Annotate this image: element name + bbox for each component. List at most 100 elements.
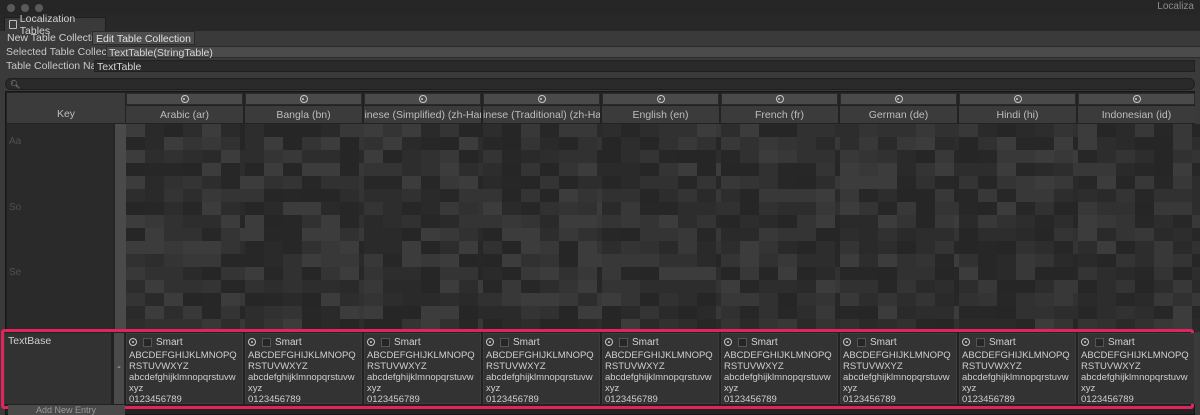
column-header-label[interactable]: Arabic (ar): [126, 106, 243, 123]
minimize-window-button[interactable]: [21, 4, 29, 12]
pixel-block: [521, 228, 540, 241]
selected-collection-dropdown[interactable]: TextTable(StringTable): [106, 46, 1200, 59]
locale-settings-button[interactable]: [126, 93, 243, 105]
locale-settings-button[interactable]: [245, 93, 362, 105]
entry-value-cell[interactable]: Smart ABCDEFGHIJKLMNOPQRSTUVWXYZ abcdefgh…: [483, 333, 600, 405]
smart-checkbox[interactable]: [262, 337, 271, 347]
pixel-block: [440, 306, 459, 319]
entry-value-text[interactable]: ABCDEFGHIJKLMNOPQRSTUVWXYZ abcdefghijklm…: [486, 350, 597, 405]
locale-settings-button[interactable]: [364, 93, 481, 105]
pixel-block: [678, 254, 697, 267]
pixel-block: [440, 176, 459, 189]
locale-settings-button[interactable]: [483, 93, 600, 105]
pixel-block: [978, 254, 997, 267]
locale-settings-button[interactable]: [1078, 93, 1195, 105]
pixel-block: [421, 228, 440, 241]
pixel-block: [878, 176, 897, 189]
pixel-block: [183, 189, 202, 202]
zoom-window-button[interactable]: [35, 4, 43, 12]
add-new-entry-button[interactable]: Add New Entry: [8, 405, 125, 415]
column-header-label[interactable]: Bangla (bn): [245, 106, 362, 123]
edit-table-collection-button[interactable]: Edit Table Collection: [92, 31, 195, 45]
gear-icon[interactable]: [367, 338, 375, 346]
entry-value-text[interactable]: ABCDEFGHIJKLMNOPQRSTUVWXYZ abcdefghijklm…: [248, 350, 359, 405]
smart-checkbox[interactable]: [619, 337, 628, 347]
smart-checkbox[interactable]: [500, 337, 509, 347]
smart-checkbox[interactable]: [381, 337, 390, 347]
locale-settings-button[interactable]: [959, 93, 1076, 105]
pixel-block: [1016, 254, 1035, 267]
pixel-block: [440, 241, 459, 254]
gear-icon[interactable]: [724, 338, 732, 346]
entry-value-text[interactable]: ABCDEFGHIJKLMNOPQRSTUVWXYZ abcdefghijklm…: [843, 350, 954, 405]
gear-icon[interactable]: [129, 338, 137, 346]
collection-name-field[interactable]: TextTable: [94, 60, 1195, 73]
entry-value-cell[interactable]: Smart ABCDEFGHIJKLMNOPQRSTUVWXYZ abcdefgh…: [602, 333, 719, 405]
pixel-block: [321, 137, 340, 150]
pixel-block: [302, 293, 321, 306]
pixel-block: [959, 189, 978, 202]
gear-icon[interactable]: [1081, 338, 1089, 346]
key-column-header[interactable]: Key: [7, 93, 125, 123]
pixel-block: [1035, 293, 1054, 306]
pixel-block: [740, 150, 759, 163]
entry-value-cell[interactable]: Smart ABCDEFGHIJKLMNOPQRSTUVWXYZ abcdefgh…: [959, 333, 1076, 405]
pixel-block: [640, 189, 659, 202]
pixel-block: [540, 267, 559, 280]
locale-settings-button[interactable]: [721, 93, 838, 105]
smart-checkbox[interactable]: [857, 337, 866, 347]
pixel-block: [978, 306, 997, 319]
pixel-block: [245, 267, 264, 280]
pixel-block: [840, 267, 859, 280]
column-header-label[interactable]: Chinese (Simplified) (zh-Hans): [364, 106, 481, 123]
pixel-block: [816, 163, 835, 176]
entry-value-cell[interactable]: Smart ABCDEFGHIJKLMNOPQRSTUVWXYZ abcdefgh…: [840, 333, 957, 405]
column-header-label[interactable]: Hindi (hi): [959, 106, 1076, 123]
pixel-block: [721, 293, 740, 306]
entry-key-textbase[interactable]: TextBase: [5, 333, 111, 404]
pixel-block: [264, 137, 283, 150]
entry-value-cell[interactable]: Smart ABCDEFGHIJKLMNOPQRSTUVWXYZ abcdefgh…: [1078, 333, 1195, 405]
smart-checkbox[interactable]: [143, 337, 152, 347]
gear-icon[interactable]: [962, 338, 970, 346]
pixel-block: [678, 215, 697, 228]
search-field[interactable]: 🔍︎: [5, 78, 1195, 90]
entry-value-text[interactable]: ABCDEFGHIJKLMNOPQRSTUVWXYZ abcdefghijklm…: [724, 350, 835, 405]
pixel-block: [916, 163, 935, 176]
pixel-block: [1116, 241, 1135, 254]
pixel-block: [602, 241, 621, 254]
close-window-button[interactable]: [7, 4, 15, 12]
pixel-block: [321, 254, 340, 267]
gear-icon[interactable]: [486, 338, 494, 346]
gear-icon[interactable]: [605, 338, 613, 346]
entry-value-text[interactable]: ABCDEFGHIJKLMNOPQRSTUVWXYZ abcdefghijklm…: [367, 350, 478, 405]
entry-value-cell[interactable]: Smart ABCDEFGHIJKLMNOPQRSTUVWXYZ abcdefgh…: [126, 333, 243, 405]
gear-icon[interactable]: [248, 338, 256, 346]
column-header-label[interactable]: Indonesian (id): [1078, 106, 1195, 123]
pixel-block: [145, 163, 164, 176]
smart-checkbox[interactable]: [976, 337, 985, 347]
entry-value-text[interactable]: ABCDEFGHIJKLMNOPQRSTUVWXYZ abcdefghijklm…: [1081, 350, 1192, 405]
entry-value-text[interactable]: ABCDEFGHIJKLMNOPQRSTUVWXYZ abcdefghijklm…: [605, 350, 716, 405]
entry-value-text[interactable]: ABCDEFGHIJKLMNOPQRSTUVWXYZ abcdefghijklm…: [962, 350, 1073, 405]
gear-icon[interactable]: [843, 338, 851, 346]
entry-value-cell[interactable]: Smart ABCDEFGHIJKLMNOPQRSTUVWXYZ abcdefgh…: [721, 333, 838, 405]
pixel-block: [816, 280, 835, 293]
column-header-label[interactable]: English (en): [602, 106, 719, 123]
entry-value-cell[interactable]: Smart ABCDEFGHIJKLMNOPQRSTUVWXYZ abcdefgh…: [245, 333, 362, 405]
smart-checkbox[interactable]: [738, 337, 747, 347]
pixel-block: [502, 280, 521, 293]
remove-entry-button[interactable]: -: [114, 333, 124, 404]
column-header-label[interactable]: German (de): [840, 106, 957, 123]
smart-checkbox[interactable]: [1095, 337, 1104, 347]
tab-localization-tables[interactable]: Localization Tables: [4, 13, 106, 37]
pixel-block: [778, 293, 797, 306]
entry-value-text[interactable]: ABCDEFGHIJKLMNOPQRSTUVWXYZ abcdefghijklm…: [129, 350, 240, 405]
column-header-label[interactable]: Chinese (Traditional) (zh-Hant): [483, 106, 600, 123]
pixel-block: [202, 202, 221, 215]
column-header-label[interactable]: French (fr): [721, 106, 838, 123]
locale-settings-button[interactable]: [602, 93, 719, 105]
pixel-block: [364, 280, 383, 293]
locale-settings-button[interactable]: [840, 93, 957, 105]
entry-value-cell[interactable]: Smart ABCDEFGHIJKLMNOPQRSTUVWXYZ abcdefgh…: [364, 333, 481, 405]
